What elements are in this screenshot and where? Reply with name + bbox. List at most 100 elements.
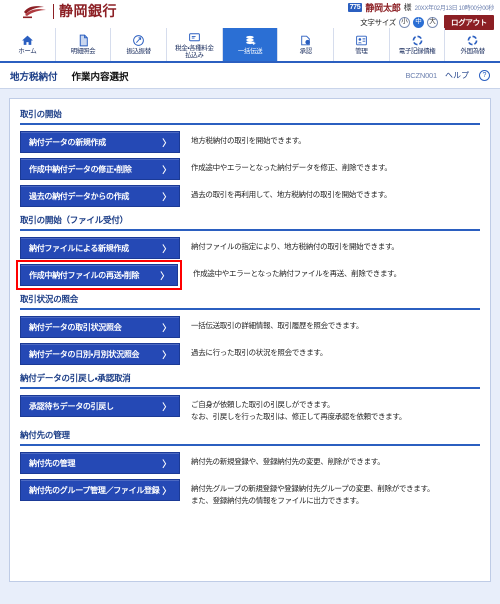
section-title: 納付データの引戻し・承認取消	[20, 373, 131, 383]
help-label: ヘルプ	[445, 71, 469, 80]
action-button-label: 納付先の管理	[29, 458, 76, 468]
action-description: 過去の取引を再利用して、地方税納付の取引を開始できます。	[191, 190, 392, 199]
action-button-1-0[interactable]: 納付ファイルによる新規作成 〉	[20, 237, 180, 259]
screen-code: BCZN001	[405, 71, 437, 80]
action-description: 納付先グループの新規登録や登録納付先グループの変更、削除ができます。 また、登録…	[191, 484, 435, 505]
action-row: 納付データの新規作成 〉 地方税納付の取引を開始できます。	[20, 131, 480, 153]
document-icon	[77, 34, 90, 47]
nav-item-3[interactable]: 税金・各種料金 払込み	[167, 28, 223, 61]
nav-item-5[interactable]: 承認	[278, 28, 335, 61]
action-description: 地方税納付の取引を開始できます。	[191, 136, 306, 145]
action-button-4-0[interactable]: 納付先の管理 〉	[20, 452, 180, 475]
approve-icon	[299, 34, 312, 47]
action-description: 作成途中やエラーとなった納付データを修正、削除できます。	[191, 163, 392, 172]
ebond-icon	[411, 34, 424, 47]
action-button-0-2[interactable]: 過去の納付データからの作成 〉	[20, 185, 180, 207]
font-size-label: 文字サイズ	[360, 18, 396, 27]
section-0: 取引の開始 納付データの新規作成〉地方税納付の取引を開始できます。 作成中納付データ…	[20, 108, 480, 207]
forex-icon	[466, 34, 479, 47]
section-title: 納付先の管理	[20, 430, 70, 441]
nav-item-6[interactable]: 管理	[334, 28, 390, 61]
bank-logo[interactable]: 静岡銀行	[22, 3, 117, 19]
home-icon	[21, 34, 34, 47]
content-area: 取引の開始 納付データの新規作成〉地方税納付の取引を開始できます。 作成中納付データ…	[0, 89, 500, 582]
action-row: 承認待ちデータの引戻し 〉 ご自身が依頼した取引の引戻しができます。 なお、引戻しを…	[20, 395, 480, 422]
nav-item-label: 税金・各種料金 払込み	[175, 44, 214, 59]
shizuoka-swoosh-icon	[23, 6, 46, 19]
action-button-label: 納付データの取引状況照会	[29, 322, 122, 332]
bank-name: 静岡銀行	[59, 3, 117, 19]
nav-item-label: 電子記録債権	[398, 48, 436, 56]
chevron-right-icon: 〉	[162, 349, 171, 360]
action-button-label: 納付データの日別・月別状況照会	[29, 349, 140, 359]
font-size-medium-button[interactable]: 中	[413, 17, 424, 28]
action-row: 納付データの取引状況照会 〉 一括伝送取引の詳細情報、取引履歴を照会できます。	[20, 316, 480, 338]
section-3: 納付データの引戻し・承認取消承認待ちデータの引戻し 〉 ご自身が依頼した取引の引戻し…	[20, 372, 480, 422]
manage-icon	[355, 34, 368, 47]
action-button-0-1[interactable]: 作成中納付データの修正・削除 〉	[20, 158, 180, 180]
action-button-3-0[interactable]: 承認待ちデータの引戻し 〉	[20, 395, 180, 417]
action-button-label: 作成中納付データの修正・削除	[29, 164, 132, 174]
nav-item-label: 承認	[299, 48, 313, 56]
action-button-label: 過去の納付データからの作成	[29, 191, 130, 201]
action-description: 納付ファイルの指定により、地方税納付の取引を開始できます。	[191, 242, 399, 251]
highlight-annotation: 作成中納付ファイルの再送・削除 〉	[16, 260, 182, 290]
login-timestamp: 20XX年02月13日 10時00分00秒	[414, 6, 495, 12]
action-button-label: 承認待ちデータの引戻し	[29, 401, 114, 411]
question-icon[interactable]: ?	[479, 70, 490, 81]
action-row: 作成中納付データの修正・削除 〉 作成途中やエラーとなった納付データを修正、削除でき…	[20, 158, 480, 180]
nav-item-8[interactable]: 外国為替	[445, 28, 500, 61]
chevron-right-icon: 〉	[162, 137, 171, 148]
chevron-right-icon: 〉	[162, 485, 171, 496]
action-row: 納付データの日別・月別状況照会 〉 過去に行った取引の状況を照会できます。	[20, 343, 480, 365]
chevron-right-icon: 〉	[162, 191, 171, 202]
nav-item-label: 一括伝送	[237, 48, 263, 56]
font-size-small-button[interactable]: 小	[399, 17, 410, 28]
chevron-right-icon: 〉	[162, 322, 171, 333]
page-header: 静岡銀行 775 静岡太郎 様 20XX年02月13日 10時00分00秒 文字…	[0, 0, 500, 30]
action-row: 納付先の管理 〉 納付先の新規登録や、登録納付先の変更、削除ができます。	[20, 452, 480, 475]
action-button-1-1[interactable]: 作成中納付ファイルの再送・削除 〉	[20, 264, 178, 286]
action-button-4-1[interactable]: 納付先のグループ管理／ファイル登録〉	[20, 479, 180, 502]
nav-item-4[interactable]: 一括伝送	[222, 28, 279, 61]
nav-item-label: 管理	[355, 48, 368, 56]
font-size-large-button[interactable]: 大	[427, 17, 438, 28]
action-row: 納付先のグループ管理／ファイル登録〉納付先グループの新規登録や登録納付先グループ…	[20, 479, 480, 506]
action-row: 作成中納付ファイルの再送・削除 〉 作成途中やエラーとなった納付ファイルを再送、削除…	[16, 260, 480, 290]
action-button-label: 納付先のグループ管理／ファイル登録	[29, 485, 160, 495]
user-name: 静岡太郎	[365, 3, 401, 13]
action-row: 納付ファイルによる新規作成 〉 納付ファイルの指定により、地方税納付の取引を開始でき…	[20, 237, 480, 259]
page-title: 作業内容選択	[71, 71, 129, 83]
nav-item-1[interactable]: 明細照会	[56, 28, 112, 61]
action-description: 作成途中やエラーとなった納付ファイルを再送、削除できます。	[193, 269, 401, 278]
action-button-0-0[interactable]: 納付データの新規作成 〉	[20, 131, 180, 153]
chevron-right-icon: 〉	[162, 458, 171, 469]
user-honorific: 様	[403, 3, 412, 12]
header-right-cluster: 775 静岡太郎 様 20XX年02月13日 10時00分00秒 文字サイズ 小…	[347, 2, 495, 30]
nav-item-label: 外国為替	[460, 48, 486, 56]
section-1: 取引の開始（ファイル受付） 納付ファイルによる新規作成〉納付ファイルの指定により、…	[16, 214, 480, 290]
action-row: 過去の納付データからの作成 〉 過去の取引を再利用して、地方税納付の取引を開始できま…	[20, 185, 480, 207]
action-description: 一括伝送取引の詳細情報、取引履歴を照会できます。	[191, 321, 364, 330]
help-link[interactable]: ヘルプ	[445, 70, 469, 81]
nav-item-label: 振込振替	[126, 48, 151, 56]
payment-icon	[188, 31, 201, 44]
section-divider	[20, 123, 480, 125]
action-button-label: 納付データの新規作成	[29, 137, 106, 147]
section-divider	[20, 308, 480, 310]
action-description: ご自身が依頼した取引の引戻しができます。 なお、引戻しを行った取引は、修正して再…	[191, 400, 407, 421]
chevron-right-icon: 〉	[162, 401, 171, 412]
chevron-right-icon: 〉	[162, 164, 171, 175]
action-description: 納付先の新規登録や、登録納付先の変更、削除ができます。	[191, 457, 385, 467]
section-title: 取引の開始	[20, 109, 62, 119]
nav-item-label: 明細照会	[70, 48, 96, 56]
section-divider	[20, 387, 480, 389]
batch-icon	[244, 34, 257, 47]
action-button-2-0[interactable]: 納付データの取引状況照会 〉	[20, 316, 180, 338]
action-description: 過去に行った取引の状況を照会できます。	[191, 348, 328, 357]
nav-item-7[interactable]: 電子記録債権	[390, 28, 446, 61]
nav-item-0[interactable]: ホーム	[0, 28, 56, 61]
action-button-2-1[interactable]: 納付データの日別・月別状況照会 〉	[20, 343, 180, 365]
section-2: 取引状況の照会 納付データの取引状況照会〉一括伝送取引の詳細情報、取引履歴を照会で…	[20, 293, 480, 365]
nav-item-2[interactable]: 振込振替	[111, 28, 168, 61]
